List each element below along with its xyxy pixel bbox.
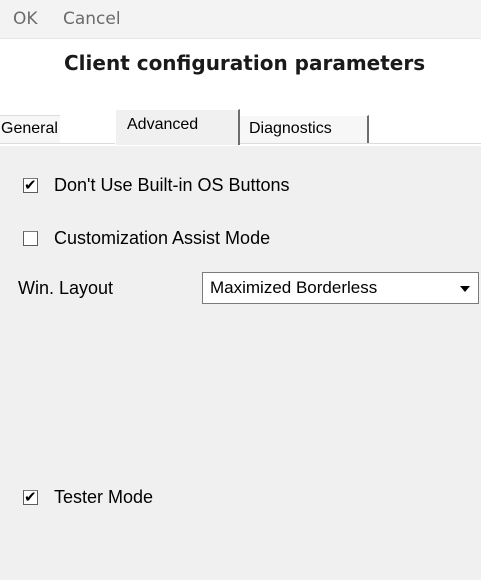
dont-use-os-buttons-checkbox[interactable]: ✔: [23, 175, 38, 194]
tab-advanced[interactable]: Advanced: [115, 109, 240, 145]
win-layout-label: Win. Layout: [18, 278, 114, 298]
tab-strip: General Advanced Diagnostics: [0, 97, 481, 146]
customization-assist-option[interactable]: Customization Assist Mode: [23, 227, 270, 249]
checkmark-icon: ✔: [24, 175, 37, 194]
cancel-button[interactable]: Cancel: [63, 9, 121, 29]
chevron-down-icon: [460, 286, 470, 292]
tester-mode-option[interactable]: ✔ Tester Mode: [23, 486, 153, 508]
menu-bar: OK Cancel: [0, 0, 481, 39]
win-layout-select[interactable]: Maximized Borderless: [202, 272, 479, 304]
dont-use-os-buttons-label: Don't Use Built-in OS Buttons: [54, 174, 290, 195]
tab-diagnostics[interactable]: Diagnostics: [240, 115, 369, 143]
checkmark-icon: ✔: [24, 487, 37, 506]
ok-button[interactable]: OK: [13, 9, 38, 29]
tab-general[interactable]: General: [0, 115, 60, 143]
page-title: Client configuration parameters: [64, 51, 426, 75]
win-layout-value: Maximized Borderless: [210, 278, 378, 297]
title-area: Client configuration parameters: [0, 39, 481, 97]
customization-assist-checkbox[interactable]: [23, 230, 38, 246]
dropdown-button[interactable]: [452, 273, 478, 303]
dont-use-os-buttons-option[interactable]: ✔ Don't Use Built-in OS Buttons: [23, 174, 290, 196]
advanced-panel: ✔ Don't Use Built-in OS Buttons Customiz…: [0, 147, 481, 580]
tester-mode-checkbox[interactable]: ✔: [23, 487, 38, 506]
customization-assist-label: Customization Assist Mode: [54, 227, 271, 248]
config-window: OK Cancel Client configuration parameter…: [0, 0, 481, 580]
tester-mode-label: Tester Mode: [54, 486, 154, 507]
tab-divider: [0, 143, 481, 146]
